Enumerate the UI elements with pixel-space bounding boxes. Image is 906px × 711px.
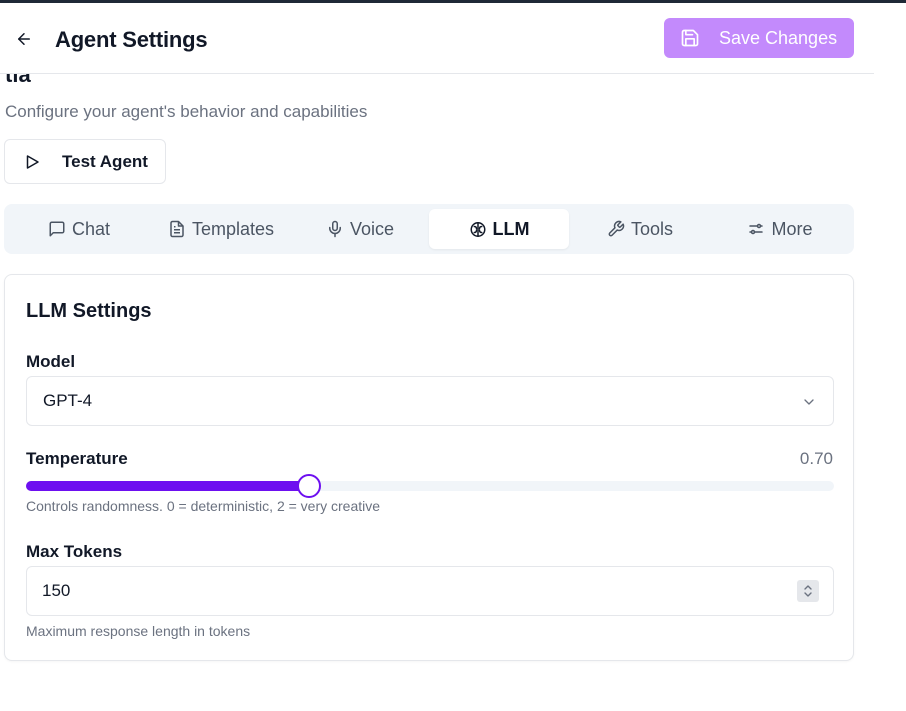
play-icon <box>23 153 41 171</box>
max-tokens-label: Max Tokens <box>26 542 123 561</box>
temperature-value: 0.70 <box>799 449 833 468</box>
mic-icon <box>326 220 344 238</box>
temperature-slider-thumb[interactable] <box>296 474 321 498</box>
temperature-help: Controls randomness. 0 = deterministic, … <box>26 498 381 514</box>
chat-icon <box>48 220 66 238</box>
test-agent-label: Test Agent <box>62 151 148 171</box>
sliders-icon <box>747 220 765 238</box>
tab-tools[interactable]: Tools <box>570 209 710 249</box>
max-tokens-help: Maximum response length in tokens <box>26 623 251 639</box>
agent-name-heading: tia <box>0 74 60 86</box>
tab-voice[interactable]: Voice <box>290 209 430 249</box>
tab-templates-label: Templates <box>191 218 275 239</box>
temperature-slider-fill <box>26 481 309 491</box>
back-button[interactable] <box>12 27 36 51</box>
file-text-icon <box>168 220 186 238</box>
agent-name-text: tia <box>5 74 31 86</box>
chevron-up-down-icon <box>804 585 812 597</box>
save-changes-button[interactable]: Save Changes <box>664 18 854 58</box>
page-header: Agent Settings Save Changes <box>0 3 874 74</box>
tab-more[interactable]: More <box>710 209 850 249</box>
temperature-label: Temperature <box>26 449 128 468</box>
card-title: LLM Settings <box>26 300 152 322</box>
chevron-down-icon <box>801 394 817 410</box>
model-label: Model <box>26 352 76 371</box>
model-select[interactable]: GPT-4 <box>26 376 834 426</box>
max-tokens-value: 150 <box>42 581 71 600</box>
tab-tools-label: Tools <box>630 218 674 239</box>
max-tokens-input[interactable]: 150 <box>26 566 834 616</box>
arrow-left-icon <box>18 33 30 45</box>
wrench-icon <box>607 220 625 238</box>
number-stepper[interactable] <box>797 580 819 602</box>
tab-chat[interactable]: Chat <box>4 209 154 249</box>
save-changes-label: Save Changes <box>719 27 838 48</box>
brain-icon <box>469 220 487 238</box>
temperature-slider[interactable] <box>26 474 834 498</box>
settings-tabs: Chat Templates Voice LLM Tools More <box>4 204 854 254</box>
tab-templates[interactable]: Templates <box>146 209 296 249</box>
page-subtitle: Configure your agent's behavior and capa… <box>5 102 368 121</box>
tab-chat-label: Chat <box>71 218 111 239</box>
tab-more-label: More <box>771 218 813 239</box>
llm-settings-card: LLM Settings Model GPT-4 Temperature 0.7… <box>4 274 854 661</box>
page-title: Agent Settings <box>55 27 208 52</box>
tab-llm-label: LLM <box>492 218 530 239</box>
save-icon <box>680 28 700 48</box>
test-agent-button[interactable]: Test Agent <box>4 139 166 184</box>
tab-voice-label: Voice <box>349 218 395 239</box>
tab-llm[interactable]: LLM <box>429 209 569 249</box>
model-select-value: GPT-4 <box>43 391 93 410</box>
